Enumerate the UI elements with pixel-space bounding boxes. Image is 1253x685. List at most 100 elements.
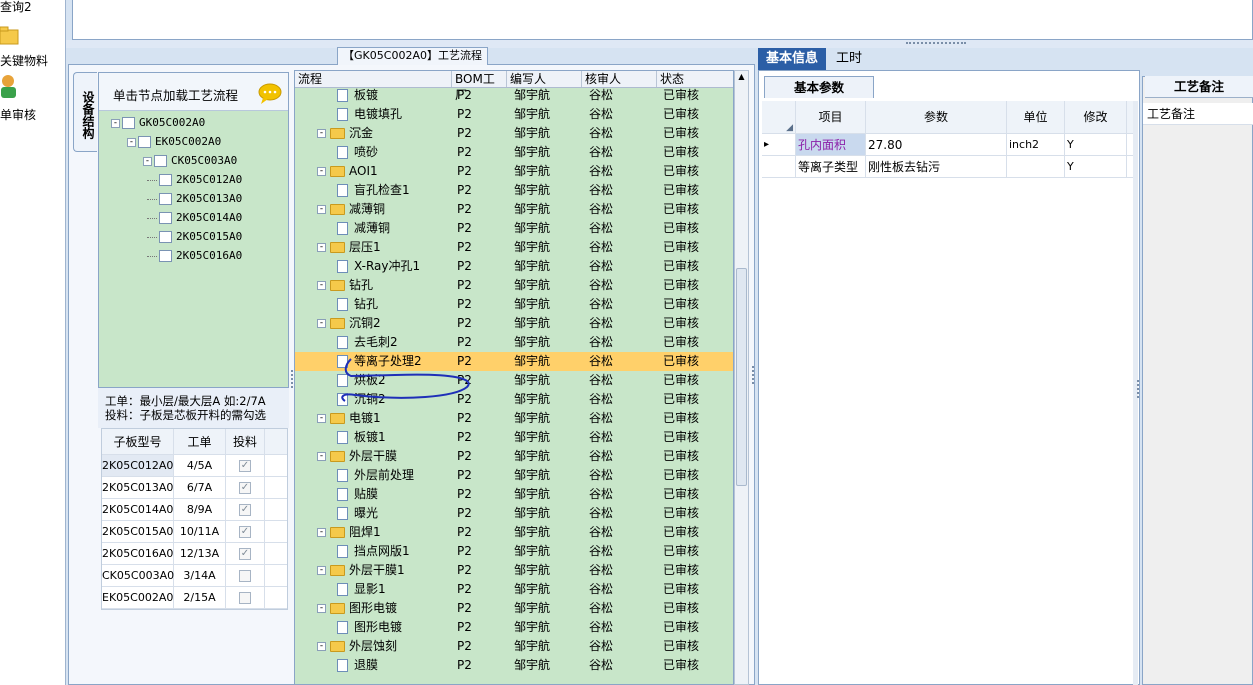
- collapse-icon[interactable]: -: [317, 566, 326, 575]
- table-row[interactable]: 板镀 P2 邹宇航 谷松 已审核: [295, 86, 733, 105]
- table-row[interactable]: 图形电镀 P2 邹宇航 谷松 已审核: [295, 618, 733, 637]
- table-row[interactable]: 2K05C015A0 10/11A ✓: [102, 521, 287, 543]
- checkbox[interactable]: [159, 193, 172, 205]
- table-row[interactable]: 外层前处理 P2 邹宇航 谷松 已审核: [295, 466, 733, 485]
- table-row[interactable]: 2K05C014A0 8/9A ✓: [102, 499, 287, 521]
- collapse-icon[interactable]: -: [317, 414, 326, 423]
- table-row[interactable]: - 阻焊1 P2 邹宇航 谷松 已审核: [295, 523, 733, 542]
- nav-query2[interactable]: 查询2: [0, 0, 32, 15]
- checkbox[interactable]: [159, 212, 172, 224]
- checkbox[interactable]: [154, 155, 167, 167]
- cell-order[interactable]: 10/11A: [174, 521, 226, 542]
- collapse-icon[interactable]: -: [143, 156, 152, 166]
- col-edit[interactable]: 修改: [1065, 101, 1127, 133]
- tree-node[interactable]: 2K05C012A0: [147, 172, 242, 188]
- col-param[interactable]: 参数: [866, 101, 1007, 133]
- feed-checkbox[interactable]: ✓: [239, 526, 251, 538]
- table-row[interactable]: 挡点网版1 P2 邹宇航 谷松 已审核: [295, 542, 733, 561]
- tree-node[interactable]: - CK05C003A0: [143, 153, 237, 169]
- table-row[interactable]: - 电镀1 P2 邹宇航 谷松 已审核: [295, 409, 733, 428]
- table-row[interactable]: 2K05C013A0 6/7A ✓: [102, 477, 287, 499]
- collapse-icon[interactable]: -: [317, 167, 326, 176]
- tree-node[interactable]: 2K05C015A0: [147, 229, 242, 245]
- cell-edit[interactable]: Y: [1065, 156, 1127, 177]
- nav-key-material[interactable]: 关键物料: [0, 52, 48, 69]
- table-row[interactable]: - 沉金 P2 邹宇航 谷松 已审核: [295, 124, 733, 143]
- cell-param[interactable]: 27.80: [866, 134, 1007, 155]
- cell-order[interactable]: 8/9A: [174, 499, 226, 520]
- col-flow[interactable]: 流程: [295, 71, 452, 87]
- tab-process-notes[interactable]: 工艺备注: [1145, 76, 1253, 98]
- scroll-up-arrow-icon[interactable]: ▲: [736, 72, 747, 84]
- table-row[interactable]: EK05C002A0 2/15A: [102, 587, 287, 609]
- feed-checkbox[interactable]: ✓: [239, 460, 251, 472]
- table-row[interactable]: - 外层干膜 P2 邹宇航 谷松 已审核: [295, 447, 733, 466]
- scrollbar-thumb[interactable]: [736, 268, 747, 486]
- collapse-icon[interactable]: -: [317, 604, 326, 613]
- col-unit[interactable]: 单位: [1007, 101, 1065, 133]
- tab-basic-params[interactable]: 基本参数: [764, 76, 874, 98]
- tab-process-flow[interactable]: 【GK05C002A0】工艺流程: [337, 47, 488, 65]
- table-row[interactable]: 盲孔检查1 P2 邹宇航 谷松 已审核: [295, 181, 733, 200]
- col-status[interactable]: 状态: [657, 71, 733, 87]
- checkbox[interactable]: [159, 174, 172, 186]
- table-row[interactable]: 贴膜 P2 邹宇航 谷松 已审核: [295, 485, 733, 504]
- table-row[interactable]: 等离子类型 刚性板去钻污 Y: [762, 156, 1133, 178]
- cell-order[interactable]: 3/14A: [174, 565, 226, 586]
- collapse-icon[interactable]: -: [317, 205, 326, 214]
- table-row[interactable]: - 减薄铜 P2 邹宇航 谷松 已审核: [295, 200, 733, 219]
- cell-order[interactable]: 12/13A: [174, 543, 226, 564]
- splitter-grip[interactable]: [906, 42, 966, 45]
- cell-feed[interactable]: [226, 587, 265, 608]
- table-row[interactable]: 退膜 P2 邹宇航 谷松 已审核: [295, 656, 733, 675]
- collapse-icon[interactable]: -: [317, 129, 326, 138]
- table-row[interactable]: - 图形电镀 P2 邹宇航 谷松 已审核: [295, 599, 733, 618]
- tree-node[interactable]: 2K05C016A0: [147, 248, 242, 264]
- table-row[interactable]: - 外层蚀刻 P2 邹宇航 谷松 已审核: [295, 637, 733, 656]
- tree-node[interactable]: - EK05C002A0: [127, 134, 221, 150]
- cell-order[interactable]: 4/5A: [174, 455, 226, 476]
- collapse-icon[interactable]: -: [317, 243, 326, 252]
- checkbox[interactable]: [138, 136, 151, 148]
- collapse-icon[interactable]: -: [317, 452, 326, 461]
- cell-feed[interactable]: ✓: [226, 455, 265, 476]
- tab-basic-info[interactable]: 基本信息: [758, 48, 827, 70]
- table-row[interactable]: 减薄铜 P2 邹宇航 谷松 已审核: [295, 219, 733, 238]
- feed-checkbox[interactable]: [239, 570, 251, 582]
- splitter-bar[interactable]: [66, 40, 1253, 48]
- col-model[interactable]: 子板型号: [102, 429, 174, 454]
- table-row[interactable]: 钻孔 P2 邹宇航 谷松 已审核: [295, 295, 733, 314]
- table-row[interactable]: 2K05C012A0 4/5A ✓: [102, 455, 287, 477]
- cell-feed[interactable]: ✓: [226, 543, 265, 564]
- table-row[interactable]: - 沉铜2 P2 邹宇航 谷松 已审核: [295, 314, 733, 333]
- col-item[interactable]: 项目: [796, 101, 866, 133]
- cell-unit[interactable]: inch2: [1007, 134, 1065, 155]
- table-row[interactable]: 2K05C016A0 12/13A ✓: [102, 543, 287, 565]
- checkbox[interactable]: [159, 250, 172, 262]
- tree-node[interactable]: 2K05C014A0: [147, 210, 242, 226]
- collapse-icon[interactable]: -: [317, 528, 326, 537]
- feed-checkbox[interactable]: [239, 592, 251, 604]
- collapse-icon[interactable]: -: [317, 319, 326, 328]
- col-feed[interactable]: 投料: [226, 429, 265, 454]
- cell-unit[interactable]: [1007, 156, 1065, 177]
- middle-splitter-grip[interactable]: [752, 366, 757, 384]
- collapse-icon[interactable]: -: [127, 137, 136, 147]
- table-row[interactable]: CK05C003A0 3/14A: [102, 565, 287, 587]
- table-row[interactable]: 板镀1 P2 邹宇航 谷松 已审核: [295, 428, 733, 447]
- table-row[interactable]: ▸ 孔内面积 27.80 inch2 Y: [762, 134, 1133, 156]
- cell-feed[interactable]: ✓: [226, 521, 265, 542]
- col-order[interactable]: 工单: [174, 429, 226, 454]
- feed-checkbox[interactable]: ✓: [239, 504, 251, 516]
- collapse-icon[interactable]: -: [317, 281, 326, 290]
- table-row[interactable]: 曝光 P2 邹宇航 谷松 已审核: [295, 504, 733, 523]
- table-row[interactable]: 喷砂 P2 邹宇航 谷松 已审核: [295, 143, 733, 162]
- table-row[interactable]: 电镀填孔 P2 邹宇航 谷松 已审核: [295, 105, 733, 124]
- feed-checkbox[interactable]: ✓: [239, 548, 251, 560]
- cell-order[interactable]: 2/15A: [174, 587, 226, 608]
- col-bom-factory[interactable]: BOM工厂: [452, 71, 507, 102]
- cell-edit[interactable]: Y: [1065, 134, 1127, 155]
- collapse-icon[interactable]: -: [317, 642, 326, 651]
- tab-equipment-structure[interactable]: 设备结构: [73, 72, 97, 152]
- collapse-icon[interactable]: -: [111, 118, 120, 128]
